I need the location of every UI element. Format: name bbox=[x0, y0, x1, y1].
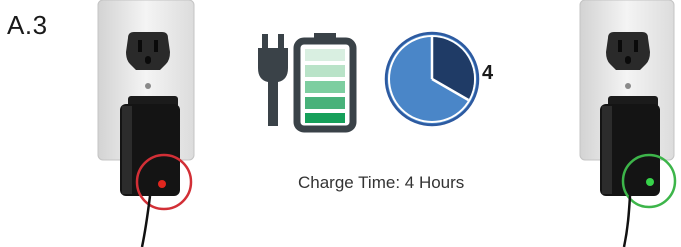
step-label: A.3 bbox=[7, 10, 48, 40]
battery-segment bbox=[305, 65, 345, 77]
outlet-receptacle bbox=[126, 32, 170, 70]
right-outlet-charger-illustration bbox=[579, 0, 677, 247]
battery-segment bbox=[305, 81, 345, 93]
power-cord bbox=[622, 195, 632, 247]
red-led-icon bbox=[158, 180, 166, 188]
outlet-receptacle bbox=[606, 32, 650, 70]
green-led-icon bbox=[646, 178, 654, 186]
timer-hours-label: 4 bbox=[482, 62, 494, 84]
battery-segment bbox=[305, 113, 345, 123]
plug-icon bbox=[258, 34, 288, 126]
clock-icon bbox=[384, 31, 480, 127]
battery-icon bbox=[293, 33, 357, 133]
battery-segment bbox=[305, 49, 345, 61]
charger-block bbox=[120, 96, 180, 196]
left-outlet-charger-illustration bbox=[97, 0, 195, 247]
charge-time-caption: Charge Time: 4 Hours bbox=[298, 173, 465, 192]
plate-screw bbox=[145, 83, 151, 89]
plate-screw bbox=[625, 83, 631, 89]
battery-segment bbox=[305, 97, 345, 109]
